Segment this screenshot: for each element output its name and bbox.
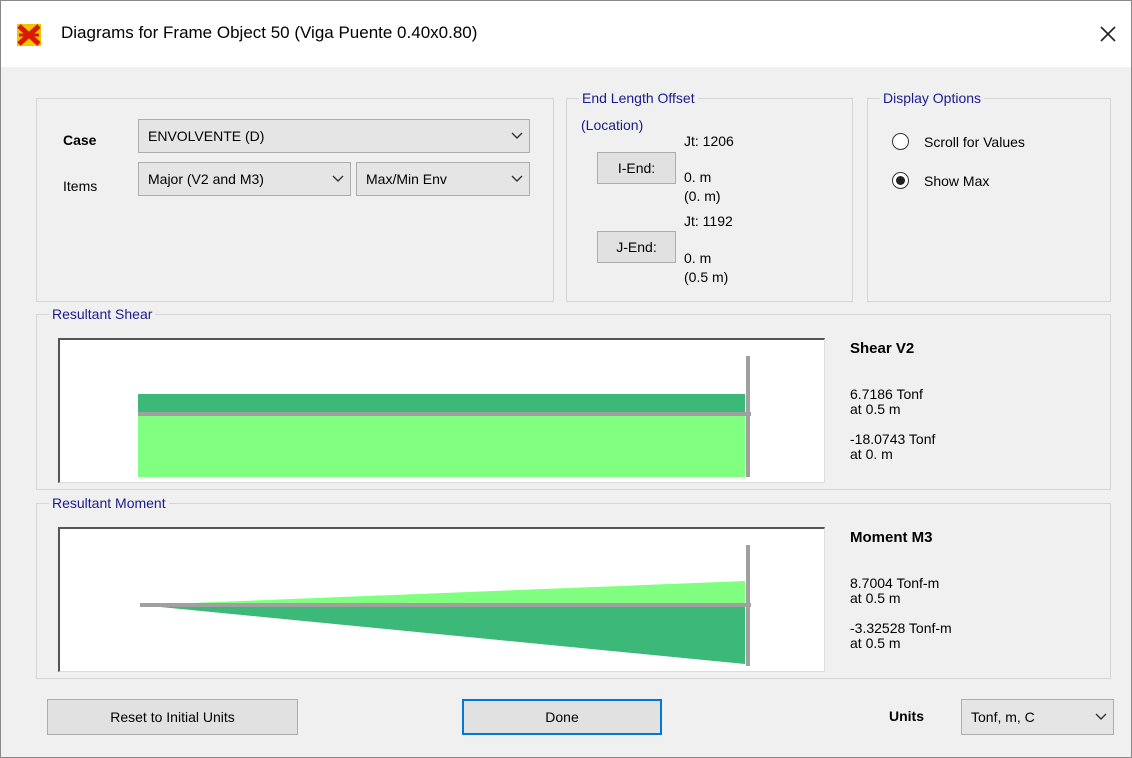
shear-min-location: at 0. m: [850, 446, 893, 462]
show-max-radio[interactable]: Show Max: [892, 172, 989, 189]
case-panel: Case ENVOLVENTE (D) Items Major (V2 and …: [36, 98, 554, 302]
shear-min-value: -18.0743 Tonf: [850, 431, 936, 447]
moment-positive-region: [140, 605, 745, 664]
location-label: (Location): [581, 117, 644, 133]
shear-max-value: 6.7186 Tonf: [850, 386, 923, 402]
j-end-location: (0.5 m): [684, 269, 729, 285]
units-select-value: Tonf, m, C: [971, 709, 1035, 725]
show-max-label: Show Max: [924, 172, 990, 189]
display-options-legend: Display Options: [880, 89, 985, 107]
shear-max-location: at 0.5 m: [850, 401, 901, 417]
items-label: Items: [63, 178, 98, 194]
resultant-moment-group: Resultant Moment Moment M3 8.7004 Tonf-m…: [36, 494, 1111, 679]
case-select[interactable]: ENVOLVENTE (D): [138, 119, 530, 153]
resultant-moment-legend: Resultant Moment: [49, 494, 169, 512]
units-label: Units: [889, 708, 924, 724]
i-joint-label: Jt: 1206: [684, 133, 734, 149]
close-button[interactable]: [1085, 11, 1131, 57]
display-options-group: Display Options Scroll for Values Show M…: [867, 89, 1111, 302]
i-end-value: 0. m: [684, 169, 712, 185]
moment-max-value: 8.7004 Tonf-m: [850, 575, 940, 591]
j-joint-label: Jt: 1192: [684, 213, 733, 229]
done-button[interactable]: Done: [462, 699, 662, 735]
radio-checked-icon: [892, 172, 909, 189]
envelope-select-value: Max/Min Env: [366, 171, 447, 187]
chevron-down-icon: [505, 163, 529, 195]
moment-max-location: at 0.5 m: [850, 590, 901, 606]
scroll-for-values-label: Scroll for Values: [924, 133, 1025, 150]
i-end-location: (0. m): [684, 188, 721, 204]
items-select[interactable]: Major (V2 and M3): [138, 162, 351, 196]
shear-title: Shear V2: [850, 340, 915, 357]
close-icon: [1100, 26, 1116, 42]
j-end-button[interactable]: J-End:: [597, 231, 676, 263]
moment-diagram-plot: [58, 527, 825, 672]
shear-positive-region: [138, 394, 745, 413]
end-length-offset-group: End Length Offset (Location) Jt: 1206 I-…: [566, 89, 853, 302]
reset-units-button[interactable]: Reset to Initial Units: [47, 699, 298, 735]
moment-diagram: [140, 545, 751, 666]
moment-title: Moment M3: [850, 529, 933, 546]
units-select[interactable]: Tonf, m, C: [961, 699, 1114, 735]
case-label: Case: [63, 132, 97, 148]
scroll-for-values-radio[interactable]: Scroll for Values: [892, 133, 1025, 150]
moment-min-location: at 0.5 m: [850, 635, 901, 651]
sap2000-app-icon: [17, 24, 41, 46]
resultant-shear-group: Resultant Shear Shear V2 6.7186 Tonf at …: [36, 305, 1111, 490]
title-bar: Diagrams for Frame Object 50 (Viga Puent…: [1, 1, 1131, 67]
envelope-select[interactable]: Max/Min Env: [356, 162, 530, 196]
resultant-shear-legend: Resultant Shear: [49, 305, 156, 323]
chevron-down-icon: [326, 163, 350, 195]
shear-diagram: [138, 356, 751, 477]
j-end-value: 0. m: [684, 250, 712, 266]
chevron-down-icon: [505, 120, 529, 152]
i-end-button[interactable]: I-End:: [597, 152, 676, 184]
chevron-down-icon: [1089, 700, 1113, 734]
window-title: Diagrams for Frame Object 50 (Viga Puent…: [61, 23, 478, 42]
moment-min-value: -3.32528 Tonf-m: [850, 620, 952, 636]
diagram-dialog: Diagrams for Frame Object 50 (Viga Puent…: [0, 0, 1132, 758]
items-select-value: Major (V2 and M3): [148, 171, 264, 187]
moment-negative-region: [140, 581, 745, 605]
end-length-offset-legend: End Length Offset: [579, 89, 698, 107]
shear-negative-region: [138, 415, 745, 477]
radio-unchecked-icon: [892, 133, 909, 150]
case-select-value: ENVOLVENTE (D): [148, 128, 265, 144]
shear-diagram-plot: [58, 338, 825, 483]
